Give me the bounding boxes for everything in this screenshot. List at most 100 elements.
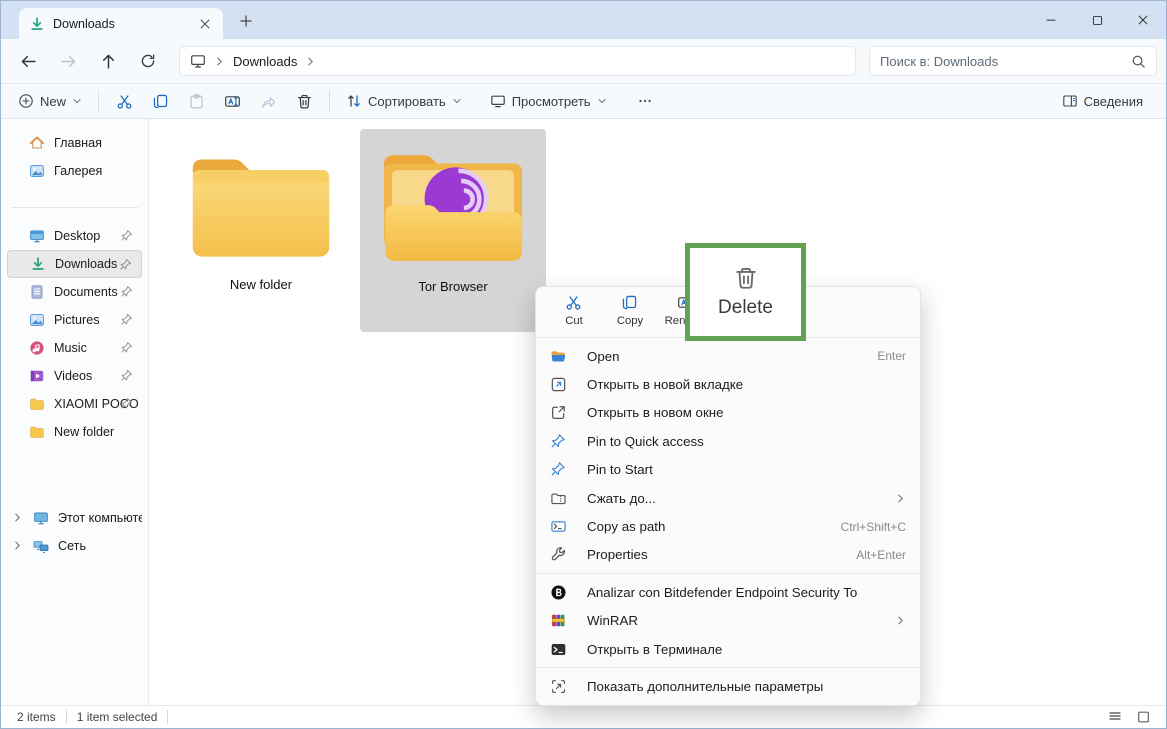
pin-icon bbox=[120, 369, 133, 382]
search-icon[interactable] bbox=[1131, 54, 1146, 69]
navigation-bar: Downloads bbox=[1, 39, 1166, 83]
up-button[interactable] bbox=[91, 45, 125, 77]
zip-icon bbox=[550, 490, 567, 507]
moreparams-icon bbox=[550, 678, 567, 695]
context-menu-item-pin-start[interactable]: Pin to Start bbox=[536, 456, 920, 484]
refresh-button[interactable] bbox=[131, 45, 165, 77]
search-box bbox=[869, 46, 1157, 76]
sidebar-item-videos[interactable]: Videos bbox=[7, 362, 142, 390]
context-menu-item-pin-quick-access[interactable]: Pin to Quick access bbox=[536, 427, 920, 455]
menu-item-label: Analizar con Bitdefender Endpoint Securi… bbox=[587, 585, 906, 600]
context-menu-item-bitdefender-scan[interactable]: Analizar con Bitdefender Endpoint Securi… bbox=[536, 578, 920, 606]
details-pane-button[interactable]: Сведения bbox=[1053, 86, 1152, 116]
back-button[interactable] bbox=[11, 45, 45, 77]
sidebar-item-network[interactable]: Сеть bbox=[7, 532, 142, 560]
sidebar-item-pictures[interactable]: Pictures bbox=[7, 306, 142, 334]
share-button[interactable] bbox=[250, 86, 286, 116]
sidebar-item-this-pc[interactable]: Этот компьютер bbox=[7, 504, 142, 532]
new-tab-button[interactable] bbox=[237, 12, 255, 30]
large-icons-view-icon[interactable] bbox=[1134, 709, 1152, 725]
sidebar-item-downloads[interactable]: Downloads bbox=[7, 250, 142, 278]
pin-icon bbox=[120, 229, 133, 242]
new-button-label: New bbox=[40, 94, 66, 109]
file-tile-tor-browser[interactable]: Tor Browser bbox=[360, 129, 546, 332]
bcircle-icon bbox=[550, 584, 567, 601]
forward-button[interactable] bbox=[51, 45, 85, 77]
pin-icon bbox=[120, 285, 133, 298]
close-button[interactable] bbox=[1120, 1, 1166, 39]
context-menu-item-open-in-terminal[interactable]: Открыть в Терминале bbox=[536, 635, 920, 663]
winrar-icon bbox=[550, 612, 567, 629]
sidebar-item-desktop[interactable]: Desktop bbox=[7, 222, 142, 250]
chevron-right-icon[interactable] bbox=[12, 512, 22, 522]
new-button[interactable]: New bbox=[9, 86, 91, 116]
context-menu-item-open-new-window[interactable]: Открыть в новом окне bbox=[536, 399, 920, 427]
command-toolbar: New Сортировать Просмотреть Сведения bbox=[1, 83, 1166, 119]
sidebar-item-home[interactable]: Главная bbox=[7, 129, 142, 157]
rename-button[interactable] bbox=[214, 86, 250, 116]
more-options-button[interactable] bbox=[628, 86, 662, 116]
file-tile-new-folder[interactable]: New folder bbox=[168, 131, 354, 334]
quick-action-label: Copy bbox=[617, 315, 643, 327]
chevron-right-icon bbox=[895, 615, 906, 626]
file-explorer-window: { "colors": { "highlight_green": "#5fa25… bbox=[0, 0, 1167, 729]
context-menu-item-compress-to[interactable]: Сжать до... bbox=[536, 484, 920, 512]
context-menu-item-winrar[interactable]: WinRAR bbox=[536, 607, 920, 635]
sidebar-item-new-folder[interactable]: New folder bbox=[7, 418, 142, 446]
monitor-icon bbox=[190, 53, 206, 69]
search-input[interactable] bbox=[880, 54, 1131, 69]
context-menu-item-open[interactable]: OpenEnter bbox=[536, 342, 920, 370]
sidebar-item-label: Downloads bbox=[55, 257, 117, 271]
items-count: 2 items bbox=[7, 710, 67, 724]
pin-icon bbox=[120, 313, 133, 326]
details-view-icon[interactable] bbox=[1106, 709, 1124, 725]
tab-title: Downloads bbox=[53, 17, 189, 31]
sort-button[interactable]: Сортировать bbox=[337, 86, 471, 116]
paste-button[interactable] bbox=[178, 86, 214, 116]
sidebar-divider bbox=[11, 207, 138, 208]
tor-folder-icon bbox=[369, 143, 537, 273]
folder-icon bbox=[29, 396, 45, 412]
cut-button[interactable] bbox=[106, 86, 142, 116]
breadcrumb-downloads[interactable]: Downloads bbox=[233, 54, 297, 69]
file-name: New folder bbox=[230, 277, 292, 292]
status-bar: 2 items 1 item selected bbox=[1, 705, 1166, 728]
view-button[interactable]: Просмотреть bbox=[481, 86, 616, 116]
sidebar-item-music[interactable]: Music bbox=[7, 334, 142, 362]
trash-icon bbox=[733, 265, 759, 291]
context-menu-item-open-new-tab[interactable]: Открыть в новой вкладке bbox=[536, 370, 920, 398]
pinBlue-icon bbox=[550, 461, 567, 478]
pinBlue-icon bbox=[550, 433, 567, 450]
pin-icon bbox=[120, 341, 133, 354]
menu-item-label: WinRAR bbox=[587, 613, 883, 628]
details-button-label: Сведения bbox=[1084, 94, 1143, 109]
menu-item-shortcut: Ctrl+Shift+C bbox=[841, 520, 906, 534]
menu-separator bbox=[536, 573, 920, 574]
chevron-right-icon[interactable] bbox=[305, 56, 316, 67]
sidebar-item-xiaomi-poco-f[interactable]: XIAOMI POCO F bbox=[7, 390, 142, 418]
chevron-down-icon bbox=[72, 96, 82, 106]
delete-button[interactable] bbox=[286, 86, 322, 116]
menu-separator bbox=[536, 667, 920, 668]
tab-downloads[interactable]: Downloads bbox=[19, 8, 223, 39]
sidebar-item-label: Галерея bbox=[54, 164, 102, 178]
quick-action-cut[interactable]: Cut bbox=[548, 289, 600, 331]
toolbar-divider bbox=[98, 90, 99, 112]
context-menu-item-show-more-options[interactable]: Показать дополнительные параметры bbox=[536, 672, 920, 700]
tab-close-icon[interactable] bbox=[197, 16, 213, 32]
sidebar-item-gallery[interactable]: Галерея bbox=[7, 157, 142, 185]
quick-action-copy[interactable]: Copy bbox=[604, 289, 656, 331]
context-menu-item-properties[interactable]: PropertiesAlt+Enter bbox=[536, 541, 920, 569]
minimize-button[interactable] bbox=[1028, 1, 1074, 39]
chevron-right-icon[interactable] bbox=[12, 540, 22, 550]
sort-button-label: Сортировать bbox=[368, 94, 446, 109]
sidebar-item-documents[interactable]: Documents bbox=[7, 278, 142, 306]
window-controls bbox=[1028, 1, 1166, 39]
view-button-label: Просмотреть bbox=[512, 94, 591, 109]
address-bar[interactable]: Downloads bbox=[179, 46, 856, 76]
context-menu-item-copy-as-path[interactable]: Copy as pathCtrl+Shift+C bbox=[536, 512, 920, 540]
delete-highlight-box[interactable]: Delete bbox=[685, 243, 806, 341]
document-icon bbox=[29, 284, 45, 300]
maximize-button[interactable] bbox=[1074, 1, 1120, 39]
copy-button[interactable] bbox=[142, 86, 178, 116]
